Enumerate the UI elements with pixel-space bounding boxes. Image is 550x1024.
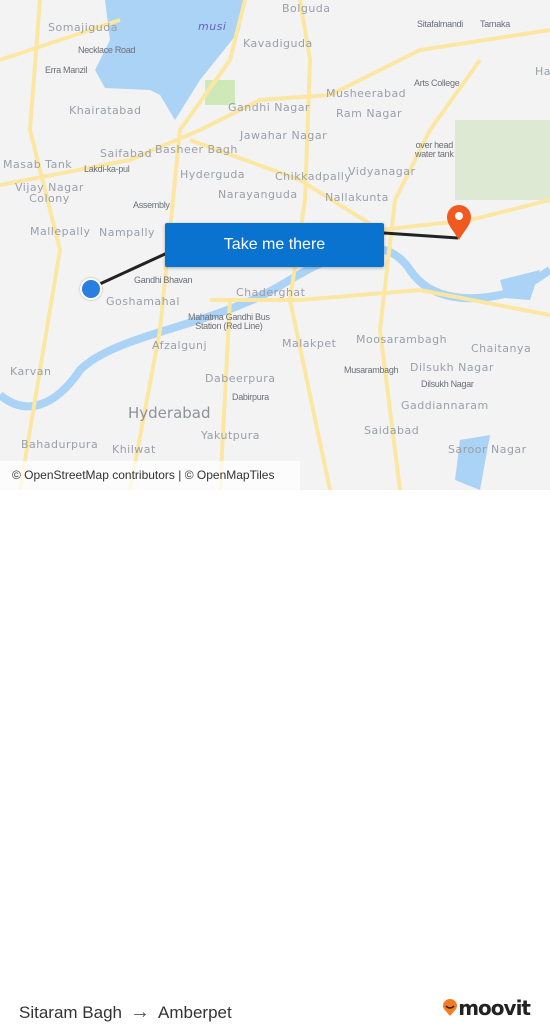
map-label: Karvan: [10, 365, 52, 378]
map-label: Hyderguda: [180, 168, 246, 181]
map-label: Khairatabad: [69, 104, 142, 117]
map-label: Jawahar Nagar: [240, 129, 328, 142]
map[interactable]: Somajiguda Necklace Road Erra Manzil mus…: [0, 0, 550, 490]
map-label: Dabeerpura: [205, 372, 276, 385]
map-label: Gandhi Bhavan: [134, 275, 193, 285]
map-label: Goshamahal: [106, 295, 180, 308]
moovit-logo: moovit: [442, 996, 531, 1020]
map-label: Kavadiguda: [243, 37, 313, 50]
map-label: Dilsukh Nagar: [410, 361, 494, 374]
map-label: Tarnaka: [480, 19, 510, 29]
map-label: Sitafalmandi: [417, 19, 463, 29]
map-label: Somajiguda: [48, 21, 118, 34]
map-label: Musheerabad: [326, 87, 407, 100]
route-summary: Sitaram Bagh → Amberpet: [19, 1001, 232, 1024]
map-label: Vijay Nagar Colony: [15, 181, 84, 205]
park: [455, 120, 550, 200]
map-label: Saifabad: [100, 147, 153, 160]
pond: [500, 270, 540, 300]
map-label: over head water tank: [415, 140, 454, 159]
map-label: Bolguda: [282, 2, 331, 15]
map-label: Erra Manzil: [45, 65, 88, 75]
map-label: Mahatma Gandhi Bus Station (Red Line): [188, 312, 270, 331]
map-label: musi: [198, 20, 227, 33]
map-label: Assembly: [133, 200, 170, 210]
map-label: Vidyanagar: [348, 165, 416, 178]
map-label: Saroor Nagar: [448, 443, 527, 456]
map-label: Masab Tank: [3, 158, 73, 171]
moovit-pin-icon: [443, 999, 458, 1016]
map-label: Nampally: [99, 226, 156, 239]
map-label: Khilwat: [112, 443, 156, 456]
map-label: Gandhi Nagar: [228, 101, 310, 114]
map-label: Nallakunta: [325, 191, 389, 204]
moovit-wordmark: moovit: [458, 996, 531, 1020]
map-label: Yakutpura: [201, 429, 260, 442]
map-attribution[interactable]: © OpenStreetMap contributors | © OpenMap…: [0, 461, 300, 490]
map-label: Arts College: [414, 78, 460, 88]
map-label: Lakdi-ka-pul: [84, 164, 130, 174]
take-me-there-button[interactable]: Take me there: [165, 223, 384, 267]
map-label: Dilsukh Nagar: [421, 379, 474, 389]
map-label: Musarambagh: [344, 365, 399, 375]
destination-name: Amberpet: [158, 1002, 232, 1022]
map-label: Narayanguda: [218, 188, 298, 201]
map-label: Dabirpura: [232, 392, 269, 402]
map-label: Malakpet: [282, 337, 337, 350]
map-label: Mallepally: [30, 225, 91, 238]
map-label: Chikkadpally: [275, 170, 352, 183]
origin-name: Sitaram Bagh: [19, 1002, 122, 1022]
map-label: Saidabad: [364, 424, 420, 437]
arrow-right-icon: →: [130, 1001, 150, 1023]
map-label: Hab: [535, 65, 550, 78]
map-label: Bahadurpura: [21, 438, 99, 451]
map-label: Ram Nagar: [336, 107, 403, 120]
map-label: Necklace Road: [78, 45, 136, 55]
map-label: Chaitanya: [471, 342, 532, 355]
map-label: Basheer Bagh: [155, 143, 238, 156]
map-label: Gaddiannaram: [401, 399, 489, 412]
footer: Sitaram Bagh → Amberpet moovit: [0, 490, 550, 1023]
map-label: Hyderabad: [128, 404, 211, 422]
map-label: Chaderghat: [236, 286, 306, 299]
destination-pin-icon[interactable]: [444, 203, 474, 241]
map-label: Afzalgunj: [152, 339, 208, 352]
map-label: Moosarambagh: [356, 333, 448, 346]
origin-dot[interactable]: [80, 278, 102, 300]
